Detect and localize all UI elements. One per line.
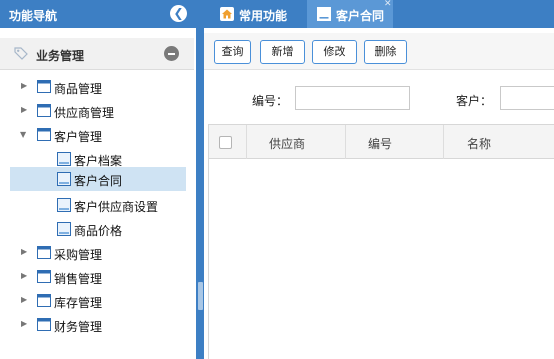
toolbar: 查询 新增 修改 删除 — [204, 33, 554, 70]
select-all-column — [209, 125, 247, 159]
tree-item-suppliers[interactable]: ▶ 供应商管理 — [10, 99, 186, 123]
tab-label: 客户合同 — [336, 9, 385, 23]
column-header-code[interactable]: 编号 — [346, 125, 444, 159]
document-icon — [57, 198, 71, 212]
select-all-checkbox[interactable] — [219, 136, 232, 149]
close-tab-icon[interactable]: ✕ — [384, 0, 392, 9]
tab-customer-contracts[interactable]: 客户合同 ✕ — [307, 0, 393, 28]
window-icon — [37, 128, 51, 141]
code-label: 编号： — [252, 94, 289, 108]
customer-label: 客户： — [456, 94, 493, 108]
tree-item-customers[interactable]: ▼ 客户管理 — [10, 123, 186, 147]
nav-title: 功能导航 — [9, 9, 58, 23]
tree-item-products[interactable]: ▶ 商品管理 — [10, 75, 186, 99]
collapse-arrow-icon: ▼ — [20, 130, 27, 139]
expand-arrow-icon: ▶ — [21, 247, 28, 256]
tree-item-purchasing[interactable]: ▶ 采购管理 — [10, 241, 186, 265]
customer-input[interactable] — [500, 86, 554, 110]
code-input[interactable] — [295, 86, 410, 110]
tree-item-inventory[interactable]: ▶ 库存管理 — [10, 289, 186, 313]
splitter-handle[interactable] — [198, 282, 203, 310]
tab-common-functions[interactable]: 常用功能 — [210, 0, 304, 28]
document-icon — [57, 152, 71, 166]
expand-arrow-icon: ▶ — [21, 81, 28, 90]
nav-section-business[interactable]: 业务管理 — [0, 38, 194, 70]
tree-item-customer-supplier-settings[interactable]: 客户供应商设置 — [10, 193, 186, 217]
navigation-panel: 功能导航 ❮ 业务管理 ▶ 商品管理 ▶ 供应商管理 ▼ 客户管理 客户档案 客… — [0, 0, 200, 359]
column-header-label: 供应商 — [269, 137, 306, 151]
expand-arrow-icon: ▶ — [21, 295, 28, 304]
tree-item-label: 商品价格 — [74, 224, 123, 238]
tree-item-label: 财务管理 — [54, 320, 103, 334]
expand-arrow-icon: ▶ — [21, 319, 28, 328]
tab-bar: 常用功能 客户合同 ✕ — [204, 0, 554, 28]
tree-item-label: 客户合同 — [74, 174, 123, 188]
window-icon — [37, 246, 51, 259]
tree-item-sales[interactable]: ▶ 销售管理 — [10, 265, 186, 289]
query-button[interactable]: 查询 — [214, 40, 251, 64]
column-header-supplier[interactable]: 供应商 — [247, 125, 346, 159]
tab-label: 常用功能 — [239, 9, 288, 23]
tag-icon — [14, 47, 28, 60]
tree-item-label: 客户供应商设置 — [74, 200, 159, 214]
delete-button[interactable]: 删除 — [364, 40, 407, 64]
tree-item-label: 商品管理 — [54, 82, 103, 96]
window-icon — [37, 104, 51, 117]
tree-item-label: 客户管理 — [54, 130, 103, 144]
tree-item-label: 采购管理 — [54, 248, 103, 262]
collapse-nav-button[interactable]: ❮ — [170, 5, 187, 22]
expand-arrow-icon: ▶ — [21, 105, 28, 114]
contracts-grid: 供应商 编号 名称 — [208, 124, 554, 359]
collapse-section-icon[interactable] — [164, 46, 179, 61]
window-icon — [37, 294, 51, 307]
column-header-name[interactable]: 名称 — [444, 125, 554, 159]
tree-item-finance[interactable]: ▶ 财务管理 — [10, 313, 186, 337]
tree-item-customer-contracts[interactable]: 客户合同 — [10, 167, 186, 191]
column-header-label: 名称 — [467, 137, 492, 151]
column-header-label: 编号 — [368, 137, 393, 151]
tree-item-label: 供应商管理 — [54, 106, 115, 120]
document-icon — [57, 172, 71, 186]
tree-item-label: 库存管理 — [54, 296, 103, 310]
edit-button[interactable]: 修改 — [312, 40, 357, 64]
tree-item-label: 销售管理 — [54, 272, 103, 286]
search-form: 编号： 客户： — [204, 80, 554, 110]
window-icon — [37, 80, 51, 93]
window-icon — [37, 318, 51, 331]
add-button[interactable]: 新增 — [260, 40, 305, 64]
tree-item-product-prices[interactable]: 商品价格 — [10, 217, 186, 241]
nav-section-title: 业务管理 — [36, 49, 85, 63]
nav-header: 功能导航 ❮ — [0, 0, 196, 28]
home-icon — [220, 7, 234, 21]
document-icon — [317, 7, 331, 21]
chevron-left-icon: ❮ — [173, 6, 184, 20]
expand-arrow-icon: ▶ — [21, 271, 28, 280]
document-icon — [57, 222, 71, 236]
window-icon — [37, 270, 51, 283]
grid-header: 供应商 编号 名称 — [209, 125, 554, 159]
